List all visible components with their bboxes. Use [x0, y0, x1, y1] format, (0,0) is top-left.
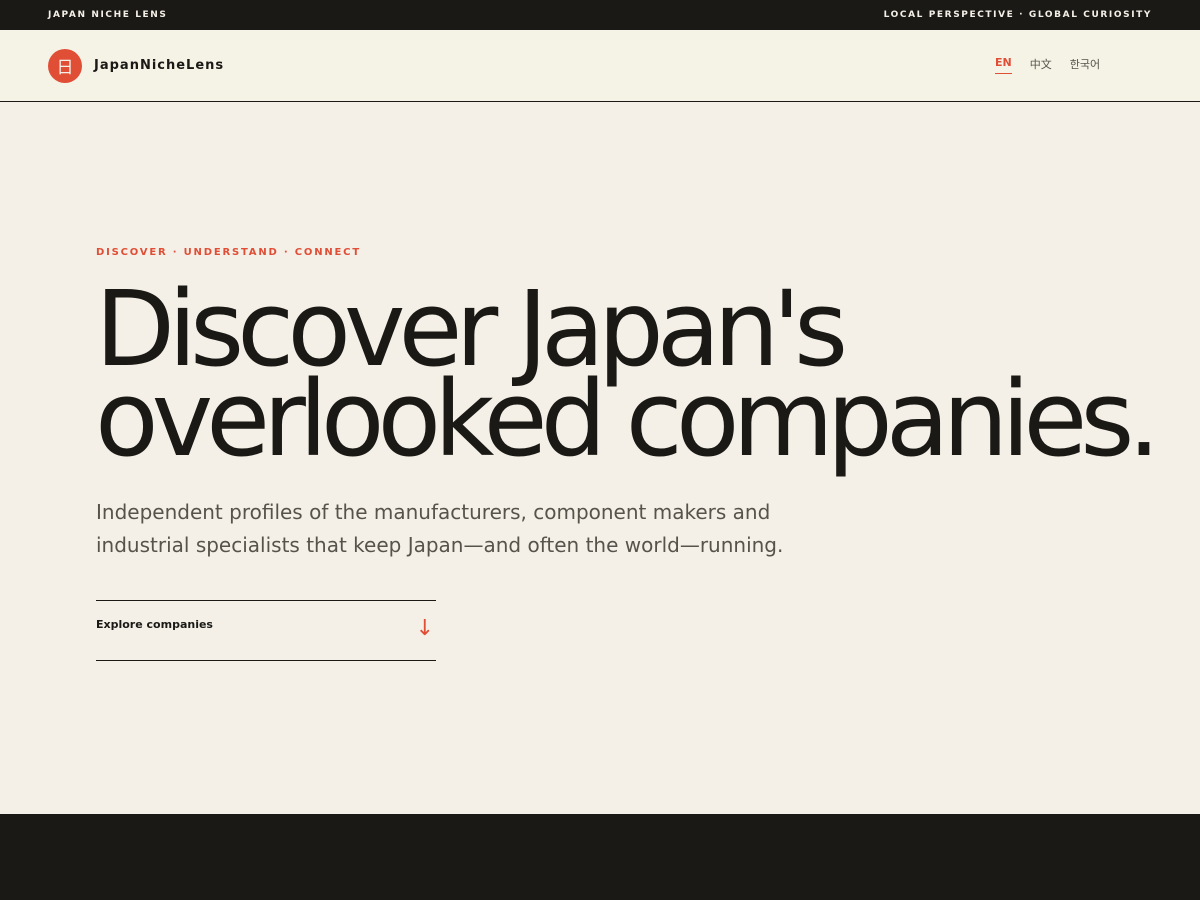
- logo-icon[interactable]: 日: [48, 48, 82, 83]
- footer-band: [0, 814, 1200, 900]
- arrow-down-icon: ↓: [415, 616, 434, 641]
- language-option-en[interactable]: EN: [995, 56, 1012, 74]
- hero-description: Independent profiles of the manufacturer…: [96, 500, 784, 557]
- site-header: 日 JapanNicheLens EN 中文 한국어: [0, 30, 1200, 102]
- top-strip: JAPAN NICHE LENS LOCAL PERSPECTIVE · GLO…: [0, 0, 1200, 30]
- explore-companies-label: Explore companies: [96, 618, 213, 631]
- hero-headline: Discover Japan's overlooked companies.: [95, 277, 1161, 480]
- explore-companies-button[interactable]: Explore companies ↓: [96, 600, 436, 661]
- hero-headline-line-2: overlooked companies.: [95, 358, 1161, 480]
- logo-text[interactable]: JapanNicheLens: [94, 58, 224, 73]
- top-strip-tagline: LOCAL PERSPECTIVE · GLOBAL CURIOSITY: [883, 10, 1152, 20]
- top-strip-brand: JAPAN NICHE LENS: [48, 10, 168, 20]
- hero-section: DISCOVER · UNDERSTAND · CONNECT Discover…: [95, 247, 1161, 661]
- language-option-ko[interactable]: 한국어: [1070, 56, 1100, 74]
- language-option-zh[interactable]: 中文: [1030, 56, 1052, 74]
- language-switcher: EN 中文 한국어: [995, 56, 1100, 74]
- hero-eyebrow: DISCOVER · UNDERSTAND · CONNECT: [96, 247, 361, 258]
